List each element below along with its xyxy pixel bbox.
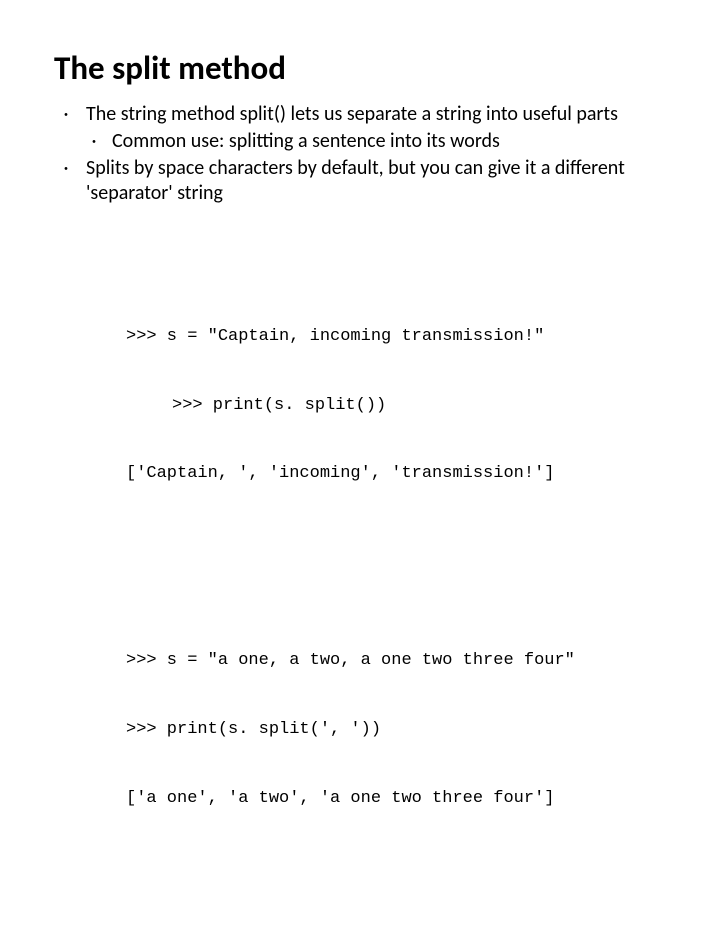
slide-title: The split method	[54, 48, 666, 88]
bullet-list: The string method split() lets us separa…	[60, 102, 666, 206]
list-item: Splits by space characters by default, b…	[60, 156, 666, 206]
list-item-text: The string method split() lets us separa…	[86, 102, 618, 126]
code-line: >>> print(s. split())	[126, 395, 666, 418]
list-item-text: Splits by space characters by default, b…	[86, 156, 625, 205]
slide: The split method The string method split…	[0, 0, 720, 540]
code-line: >>> s = "Captain, incoming transmission!…	[126, 326, 666, 349]
list-item: Common use: splitting a sentence into it…	[86, 129, 666, 154]
code-block-2: >>> s = "a one, a two, a one two three f…	[126, 604, 666, 856]
list-item-text: Common use: splitting a sentence into it…	[112, 129, 500, 153]
code-line: >>> s = "a one, a two, a one two three f…	[126, 650, 666, 673]
code-line: >>> print(s. split(', '))	[126, 719, 666, 742]
code-line: ['a one', 'a two', 'a one two three four…	[126, 788, 666, 811]
code-region: >>> s = "Captain, incoming transmission!…	[126, 234, 666, 928]
list-item: The string method split() lets us separa…	[60, 102, 666, 154]
code-line: ['Captain, ', 'incoming', 'transmission!…	[126, 463, 666, 486]
sub-bullet-list: Common use: splitting a sentence into it…	[86, 129, 666, 154]
code-block-1: >>> s = "Captain, incoming transmission!…	[126, 280, 666, 532]
